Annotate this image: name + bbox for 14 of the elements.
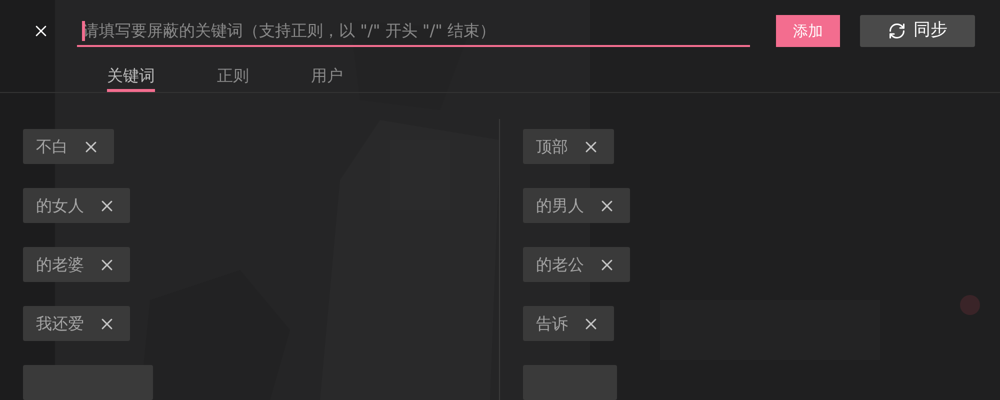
tag-label: 的老婆	[36, 254, 84, 276]
tab[interactable]: 用户	[311, 62, 343, 92]
tab[interactable]: 正则	[217, 62, 249, 92]
tag-label: 的男人	[536, 194, 584, 216]
add-button[interactable]: 添加	[776, 15, 840, 48]
sync-button[interactable]: 同步	[860, 15, 975, 48]
tab[interactable]: 关键词	[107, 62, 155, 92]
tag-label: 的老公	[536, 254, 584, 276]
tag-label: 的女人	[36, 194, 84, 216]
tag-label: 不白	[36, 136, 68, 158]
tag-label: 告诉	[536, 312, 568, 334]
sync-icon	[888, 22, 906, 40]
tag-label: 我还爱	[36, 312, 84, 334]
tag-label: 顶部	[536, 136, 568, 158]
